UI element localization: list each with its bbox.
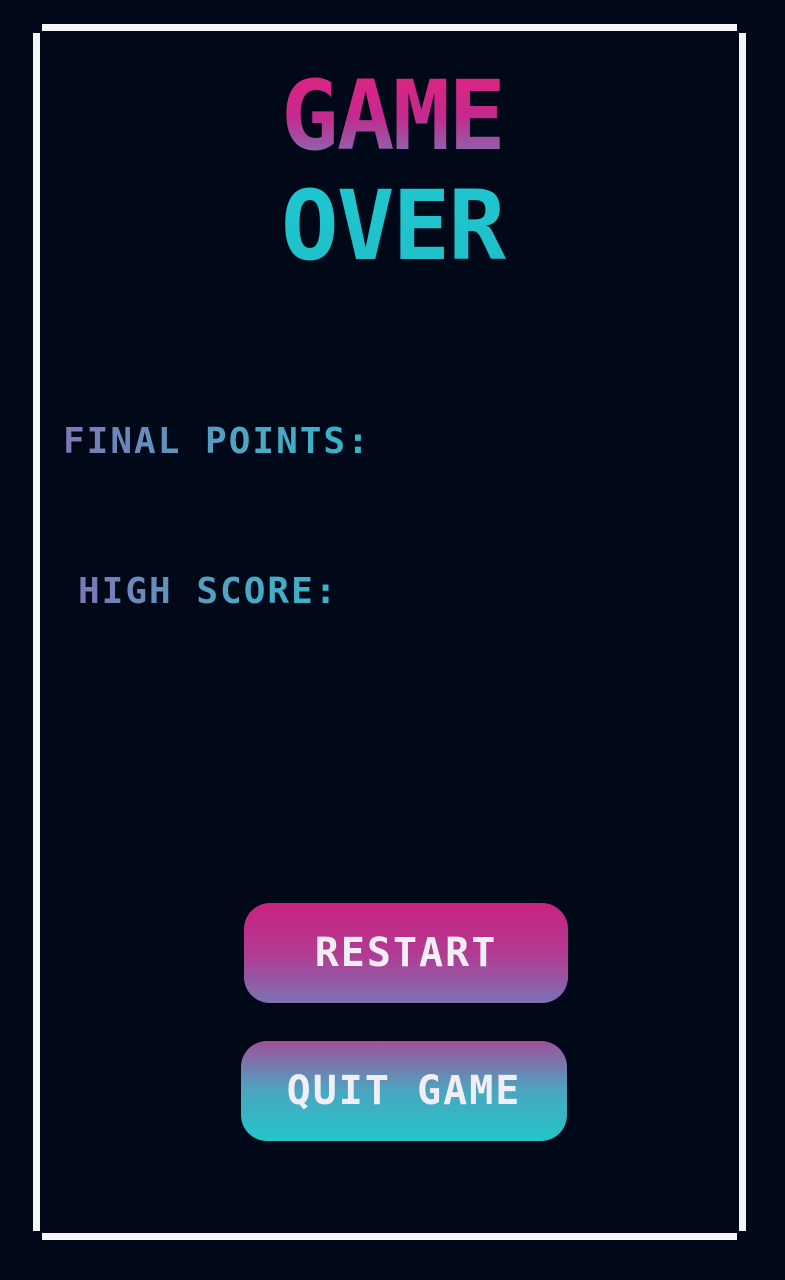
frame-corner (32, 1231, 42, 1241)
title-over: OVER (0, 178, 785, 274)
title-game: GAME (0, 68, 785, 164)
restart-button[interactable]: RESTART (244, 903, 568, 1003)
frame-corner (737, 23, 747, 33)
final-points-label: FINAL POINTS: (63, 421, 371, 462)
high-score-label: HIGH SCORE: (78, 571, 339, 612)
quit-game-button[interactable]: QUIT GAME (241, 1041, 567, 1141)
